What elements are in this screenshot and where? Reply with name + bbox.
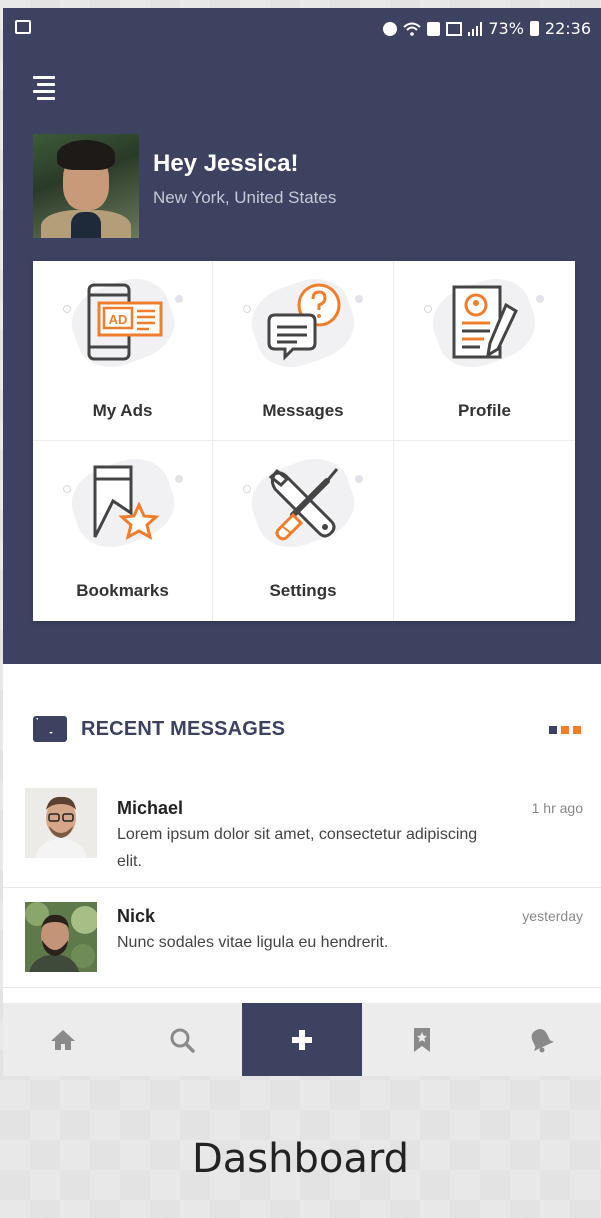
bell-icon [531, 1028, 555, 1052]
user-avatar[interactable] [33, 134, 139, 238]
message-preview: Nunc sodales vitae ligula eu hendrerit. [117, 934, 389, 951]
dashboard-menu-grid: AD My Ads Messages Profile Bookmarks Set… [33, 261, 575, 621]
message-row-michael[interactable]: Michael Lorem ipsum dolor sit amet, cons… [3, 776, 601, 888]
sim-signal-icon [446, 21, 463, 36]
svg-text:AD: AD [109, 312, 128, 327]
wrench-screwdriver-icon [268, 468, 339, 541]
battery-icon [529, 21, 539, 36]
tile-empty [394, 441, 575, 621]
chat-question-icon [267, 283, 341, 361]
tile-label: Bookmarks [76, 581, 169, 600]
b-notification-icon [427, 21, 441, 36]
tile-label: Settings [269, 581, 337, 600]
tab-bookmarks[interactable] [362, 1003, 482, 1076]
tile-label: Messages [262, 401, 344, 420]
tab-home[interactable] [3, 1003, 123, 1076]
profile-document-icon [452, 285, 518, 359]
tab-notifications[interactable] [481, 1003, 601, 1076]
tile-messages[interactable]: Messages [213, 261, 394, 441]
screen-caption: Dashboard [191, 1136, 409, 1182]
signal-bars-icon [468, 21, 483, 36]
bookmark-icon [413, 1027, 430, 1052]
tile-settings[interactable]: Settings [213, 441, 394, 621]
sender-name: Michael [117, 798, 184, 818]
avatar [25, 902, 97, 972]
sender-name: Nick [117, 906, 156, 926]
status-indicators: 73% 22:36 [383, 19, 591, 38]
user-greeting: Hey Jessica! [153, 150, 299, 177]
bottom-tab-bar [3, 1003, 601, 1076]
wifi-icon [403, 22, 421, 36]
phone-screen: 73% 22:36 Hey Jessica! New York, United … [3, 8, 601, 1076]
hamburger-menu-icon[interactable] [33, 76, 57, 100]
tile-profile[interactable]: Profile [394, 261, 575, 441]
more-options-icon[interactable] [549, 726, 581, 734]
message-row-nick[interactable]: Nick Nunc sodales vitae ligula eu hendre… [3, 888, 601, 988]
section-title: RECENT MESSAGES [81, 718, 286, 740]
message-time: yesterday [522, 908, 583, 924]
plus-icon [291, 1029, 312, 1050]
clock: 22:36 [544, 19, 591, 38]
alarm-icon [383, 21, 398, 36]
message-preview: Lorem ipsum dolor sit amet, consectetur … [117, 826, 478, 870]
header: 73% 22:36 Hey Jessica! New York, United … [3, 8, 601, 664]
status-bar: 73% 22:36 [3, 8, 601, 52]
tile-label: Profile [458, 401, 511, 420]
envelope-icon [33, 716, 67, 742]
battery-percent: 73% [488, 19, 524, 38]
tile-label: My Ads [92, 401, 153, 420]
tile-my-ads[interactable]: AD My Ads [33, 261, 213, 441]
message-time: 1 hr ago [531, 800, 583, 816]
image-notification-icon [15, 20, 31, 34]
tab-add[interactable] [242, 1003, 362, 1076]
avatar [25, 788, 97, 858]
tile-bookmarks[interactable]: Bookmarks [33, 441, 213, 621]
recent-messages-header: RECENT MESSAGES [33, 714, 581, 744]
user-location: New York, United States [153, 188, 337, 207]
bookmark-star-icon [93, 465, 160, 540]
ad-phone-icon: AD [87, 283, 163, 361]
home-icon [50, 1029, 75, 1050]
tab-search[interactable] [123, 1003, 243, 1076]
search-icon [170, 1028, 196, 1053]
